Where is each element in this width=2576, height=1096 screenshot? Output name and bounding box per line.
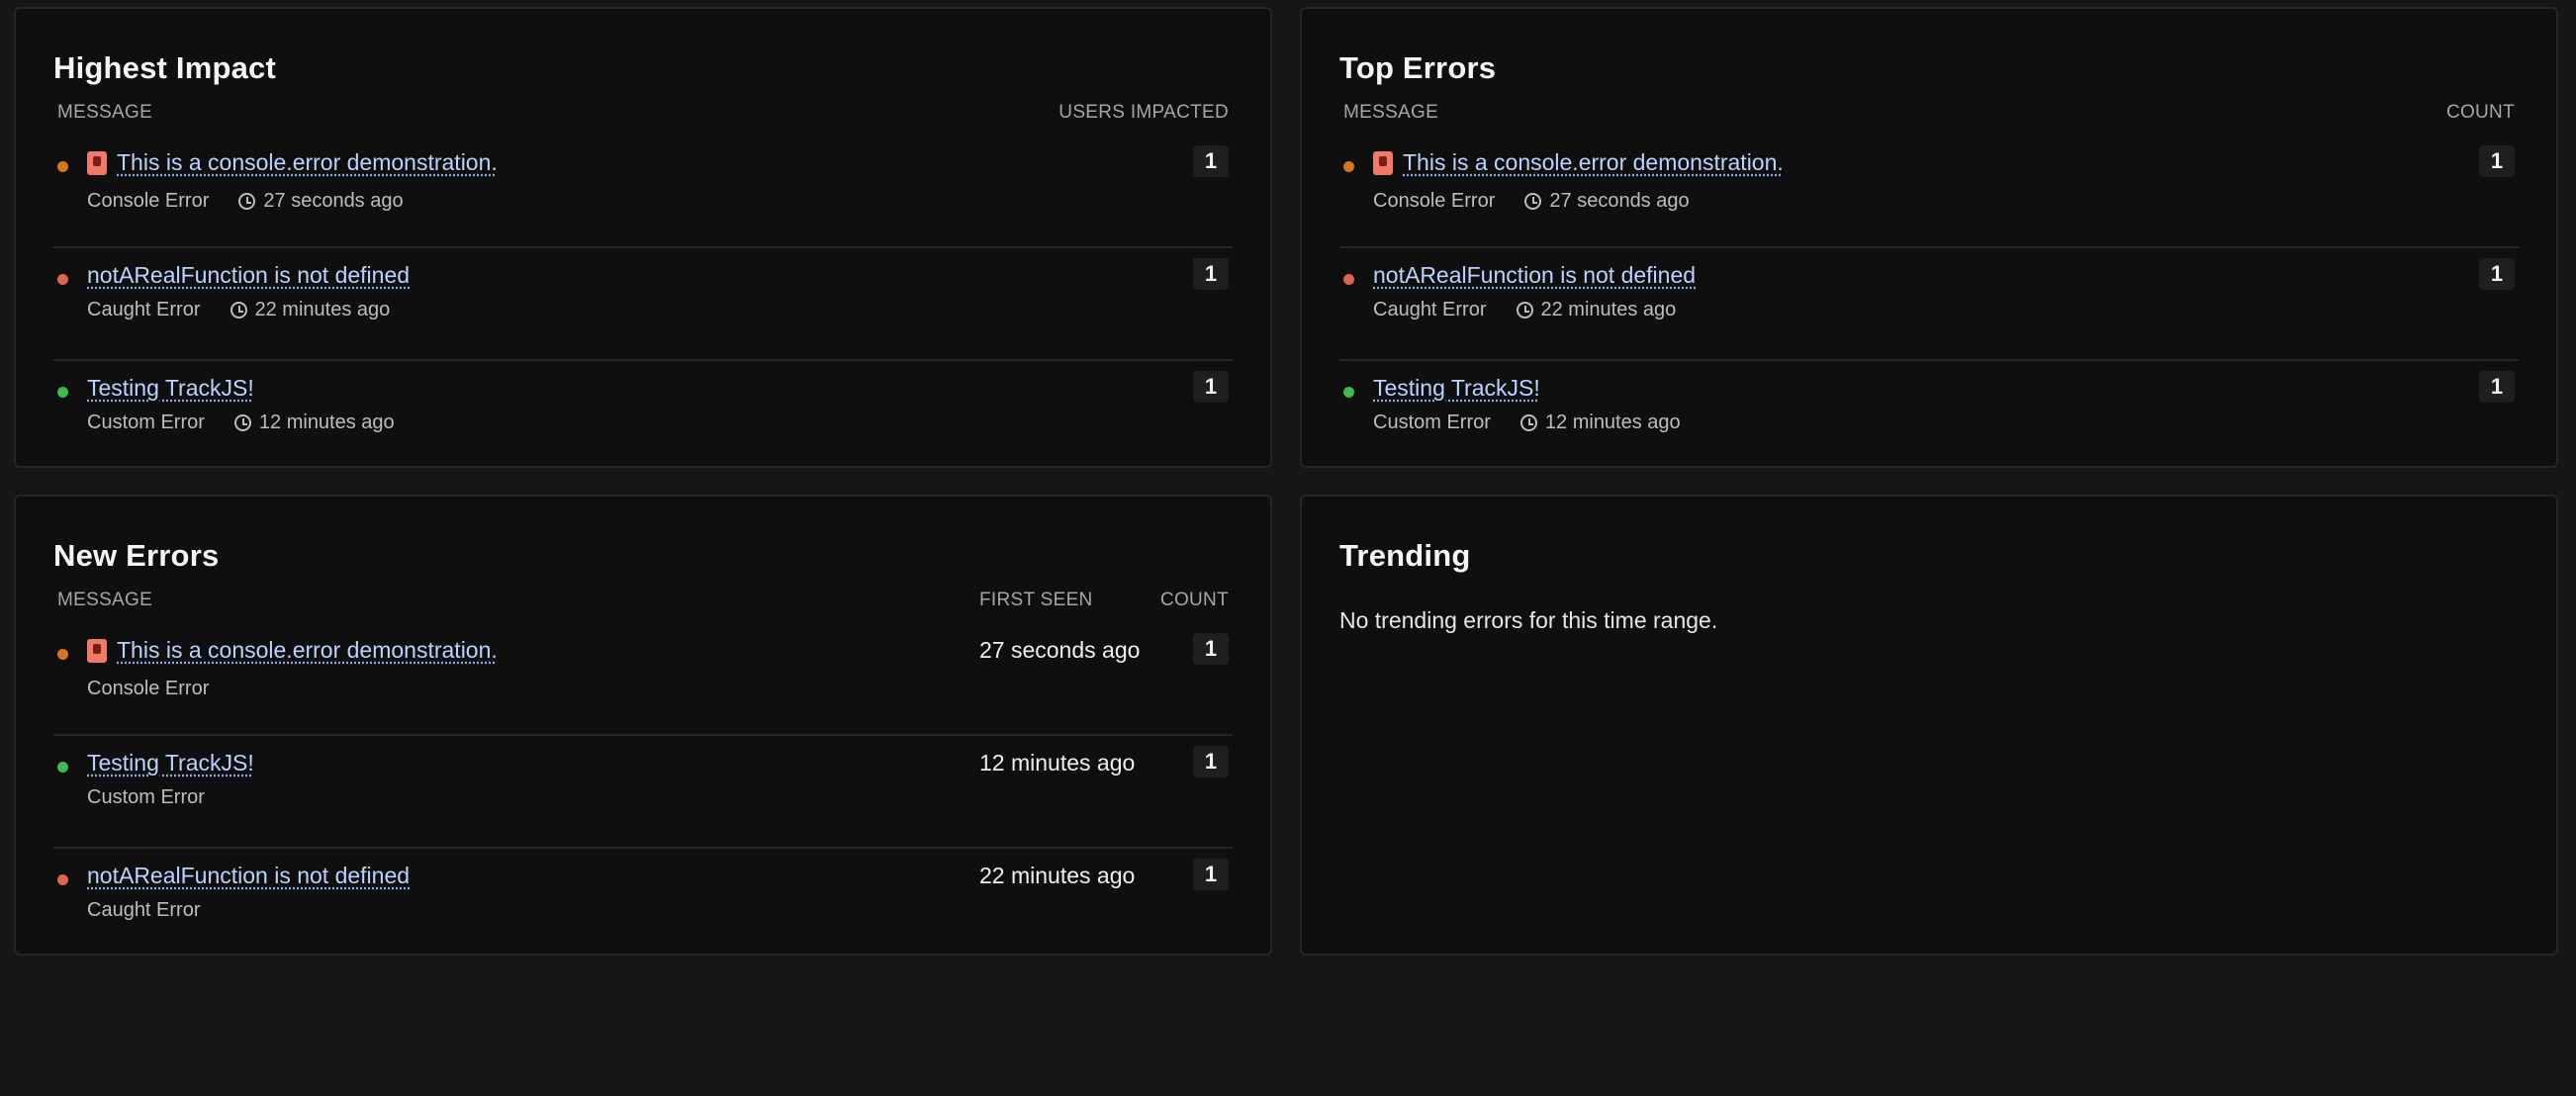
error-meta: Console Error 27 seconds ago (87, 190, 893, 213)
clock-icon (230, 302, 247, 319)
count-badge: 1 (2479, 258, 2515, 290)
error-meta: Caught Error 22 minutes ago (1373, 299, 2344, 321)
error-time: 22 minutes ago (1540, 299, 1677, 320)
error-type: Caught Error (1373, 299, 1487, 320)
table-row: Testing TrackJS! Custom Error 12 minutes… (53, 360, 1233, 472)
error-meta: Custom Error 12 minutes ago (1373, 411, 2344, 434)
table-row: This is a console.error demonstration. C… (1339, 136, 2519, 248)
column-header-users-impacted: USERS IMPACTED (1058, 102, 1229, 123)
error-time: 27 seconds ago (263, 189, 404, 212)
dashboard-grid: Highest Impact MESSAGE USERS IMPACTED Th… (14, 7, 2558, 956)
clock-icon (1516, 302, 1533, 319)
empty-state-text: No trending errors for this time range. (1339, 607, 1718, 633)
clock-icon (1519, 414, 1537, 431)
highest-impact-panel: Highest Impact MESSAGE USERS IMPACTED Th… (14, 7, 1272, 468)
error-type: Custom Error (87, 786, 205, 808)
severity-dot (1343, 161, 1354, 172)
panel-title: Top Errors (1339, 50, 1497, 85)
error-time: 22 minutes ago (254, 299, 391, 320)
console-error-emoji-icon (1373, 150, 1393, 175)
top-errors-panel: Top Errors MESSAGE COUNT This is a conso… (1300, 7, 2558, 468)
error-type: Console Error (87, 189, 210, 212)
trending-panel: Trending No trending errors for this tim… (1300, 495, 2558, 956)
table-row: notARealFunction is not defined Caught E… (1339, 247, 2519, 361)
count-badge: 1 (1193, 746, 1229, 777)
error-message-link[interactable]: This is a console.error demonstration. (87, 149, 498, 176)
panel-title: New Errors (53, 538, 220, 573)
error-type: Custom Error (87, 411, 205, 433)
error-message-link[interactable]: Testing TrackJS! (87, 375, 254, 402)
count-badge: 1 (1193, 145, 1229, 177)
count-badge: 1 (2479, 371, 2515, 403)
clock-icon (238, 192, 256, 210)
count-badge: 1 (1193, 859, 1229, 890)
clock-icon (233, 414, 251, 431)
severity-dot (57, 387, 68, 398)
error-meta: Console Error (87, 678, 971, 700)
column-header-message: MESSAGE (57, 102, 153, 123)
error-type: Custom Error (1373, 411, 1491, 433)
panel-title: Highest Impact (53, 50, 277, 85)
column-header-count: COUNT (2445, 102, 2515, 123)
severity-dot (57, 762, 68, 773)
table-row: This is a console.error demonstration. C… (53, 623, 1233, 736)
first-seen-value: 27 seconds ago (975, 623, 1150, 736)
column-header-first-seen: FIRST SEEN (979, 590, 1093, 610)
count-badge: 1 (1193, 633, 1229, 665)
error-meta: Custom Error (87, 786, 971, 809)
column-header-count: COUNT (1159, 590, 1229, 610)
error-message-link[interactable]: Testing TrackJS! (87, 750, 254, 776)
new-errors-table: MESSAGE FIRST SEEN COUNT This is a conso… (53, 590, 1233, 959)
error-type: Console Error (1373, 189, 1496, 212)
error-type: Console Error (87, 677, 210, 699)
column-header-message: MESSAGE (1343, 102, 1439, 123)
table-row: Testing TrackJS! Custom Error 12 minutes… (53, 735, 1233, 849)
error-message-link[interactable]: This is a console.error demonstration. (87, 637, 498, 664)
count-badge: 1 (1193, 258, 1229, 290)
table-row: notARealFunction is not defined Caught E… (53, 247, 1233, 361)
error-message-link[interactable]: Testing TrackJS! (1373, 375, 1540, 402)
error-meta: Console Error 27 seconds ago (1373, 190, 2344, 213)
clock-icon (1524, 192, 1542, 210)
error-time: 27 seconds ago (1549, 189, 1690, 212)
severity-dot (1343, 274, 1354, 285)
first-seen-value: 12 minutes ago (975, 735, 1150, 849)
first-seen-value: 22 minutes ago (979, 863, 1136, 888)
console-error-emoji-icon (87, 638, 107, 663)
column-header-message: MESSAGE (57, 590, 153, 610)
error-message-link[interactable]: This is a console.error demonstration. (1373, 149, 1784, 176)
severity-dot (57, 161, 68, 172)
error-message-link[interactable]: notARealFunction is not defined (87, 863, 410, 889)
error-meta: Caught Error 22 minutes ago (87, 299, 893, 321)
severity-dot (1343, 387, 1354, 398)
error-time: 12 minutes ago (258, 411, 395, 433)
new-errors-panel: New Errors MESSAGE FIRST SEEN COUNT This… (14, 495, 1272, 956)
error-message-link[interactable]: notARealFunction is not defined (87, 262, 410, 289)
error-type: Caught Error (87, 899, 201, 921)
severity-dot (57, 274, 68, 285)
severity-dot (57, 874, 68, 885)
table-row: This is a console.error demonstration. C… (53, 136, 1233, 248)
count-badge: 1 (2479, 145, 2515, 177)
error-meta: Caught Error (87, 899, 971, 922)
highest-impact-table: MESSAGE USERS IMPACTED This is a console… (53, 102, 1233, 472)
table-row: Testing TrackJS! Custom Error 12 minutes… (1339, 360, 2519, 472)
console-error-emoji-icon (87, 150, 107, 175)
error-meta: Custom Error 12 minutes ago (87, 411, 893, 434)
error-time: 12 minutes ago (1544, 411, 1681, 433)
top-errors-table: MESSAGE COUNT This is a console.error de… (1339, 102, 2519, 472)
panel-title: Trending (1339, 538, 1471, 573)
count-badge: 1 (1193, 371, 1229, 403)
error-type: Caught Error (87, 299, 201, 320)
severity-dot (57, 649, 68, 660)
error-message-link[interactable]: notARealFunction is not defined (1373, 262, 1696, 289)
table-row: notARealFunction is not defined Caught E… (53, 848, 1233, 959)
